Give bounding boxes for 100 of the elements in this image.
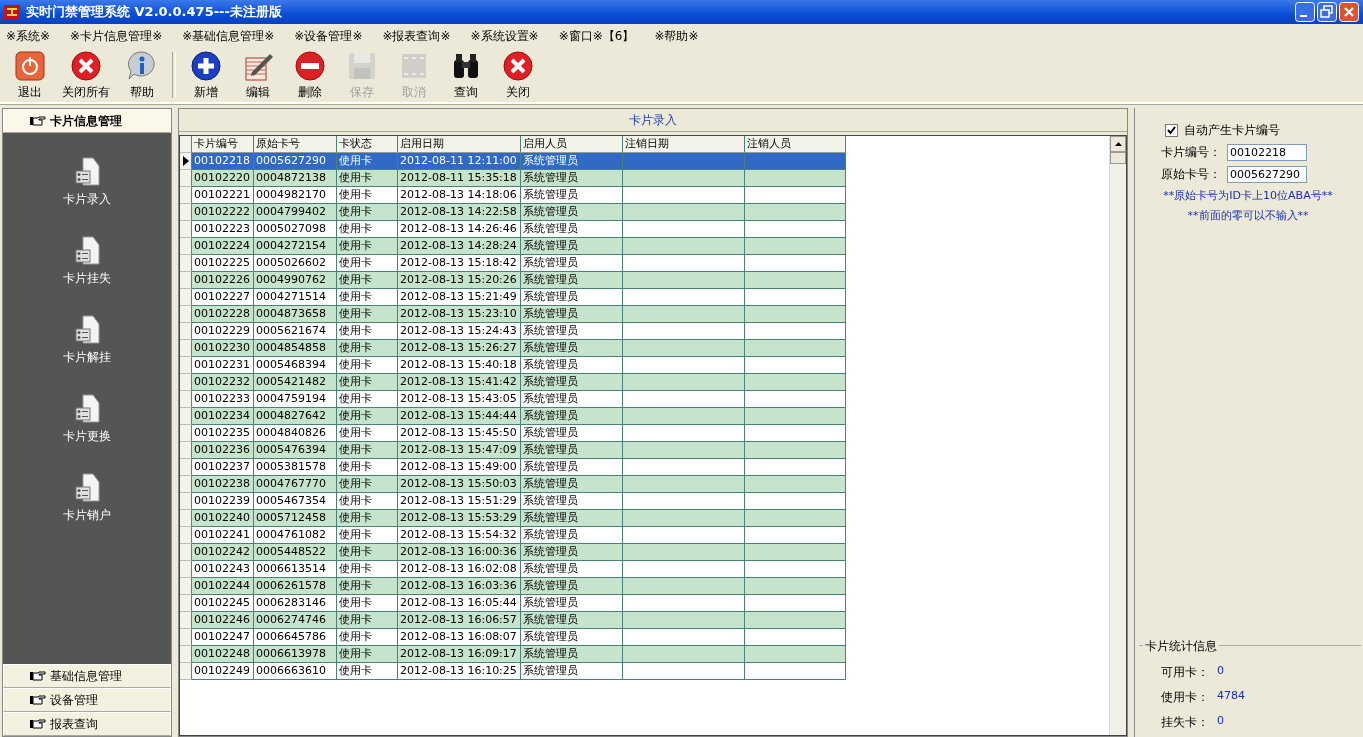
sidebar-group-header[interactable]: 基础信息管理 — [3, 664, 171, 688]
stat-label: 可用卡： — [1160, 664, 1209, 681]
sidebar-item[interactable]: 卡片录入 — [63, 157, 111, 208]
column-header[interactable]: 卡状态 — [337, 136, 398, 153]
table-cell: 2012-08-13 14:22:58 — [398, 204, 521, 221]
auto-number-checkbox[interactable]: 自动产生卡片编号 — [1141, 122, 1355, 139]
row-header-cell[interactable] — [180, 357, 192, 374]
row-header-cell[interactable] — [180, 561, 192, 578]
row-header-cell[interactable] — [180, 187, 192, 204]
toolbar-button[interactable]: 退出 — [4, 47, 56, 103]
toolbar-button[interactable]: 帮助 — [116, 47, 168, 103]
row-header-cell[interactable] — [180, 527, 192, 544]
row-header-cell[interactable] — [180, 306, 192, 323]
row-header-cell[interactable] — [180, 374, 192, 391]
row-header-cell[interactable] — [180, 289, 192, 306]
row-header-cell[interactable] — [180, 204, 192, 221]
row-header-cell[interactable] — [180, 340, 192, 357]
toolbar-button[interactable]: 删除 — [284, 47, 336, 103]
sidebar-item[interactable]: 卡片更换 — [63, 394, 111, 445]
row-header-cell[interactable] — [180, 510, 192, 527]
table-row[interactable]: 00102236 0005476394 使用卡 2012-08-13 15:47:09 系统管理员 — [180, 442, 1109, 459]
table-cell: 0006261578 — [254, 578, 337, 595]
table-row[interactable]: 00102240 0005712458 使用卡 2012-08-13 15:53:29 系统管理员 — [180, 510, 1109, 527]
column-header[interactable]: 注销日期 — [623, 136, 745, 153]
table-row[interactable]: 00102228 0004873658 使用卡 2012-08-13 15:23:10 系统管理员 — [180, 306, 1109, 323]
row-header-cell[interactable] — [180, 391, 192, 408]
row-header-cell[interactable] — [180, 323, 192, 340]
toolbar-button[interactable]: 关闭 — [492, 47, 544, 103]
row-header-cell[interactable] — [180, 442, 192, 459]
table-row[interactable]: 00102224 0004272154 使用卡 2012-08-13 14:28:24 系统管理员 — [180, 238, 1109, 255]
row-header-cell[interactable] — [180, 425, 192, 442]
table-row[interactable]: 00102226 0004990762 使用卡 2012-08-13 15:20:26 系统管理员 — [180, 272, 1109, 289]
scrollbar[interactable] — [1109, 136, 1126, 735]
menu-item[interactable]: ※基础信息管理※ — [182, 27, 275, 45]
table-row[interactable]: 00102244 0006261578 使用卡 2012-08-13 16:03:36 系统管理员 — [180, 578, 1109, 595]
menu-item[interactable]: ※设备管理※ — [294, 27, 363, 45]
input-field[interactable]: 00102218 — [1227, 144, 1307, 161]
table-cell: 使用卡 — [337, 408, 398, 425]
menu-item[interactable]: ※帮助※ — [654, 27, 699, 45]
power-icon — [14, 49, 46, 82]
toolbar-button[interactable]: 新增 — [180, 47, 232, 103]
table-row[interactable]: 00102218 0005627290 使用卡 2012-08-11 12:11:00 系统管理员 — [180, 153, 1109, 170]
sidebar-item[interactable]: 卡片挂失 — [63, 236, 111, 287]
sidebar-item[interactable]: 卡片解挂 — [63, 315, 111, 366]
row-header-cell[interactable] — [180, 459, 192, 476]
menu-item[interactable]: ※系统设置※ — [470, 27, 539, 45]
row-header-cell[interactable] — [180, 663, 192, 680]
menu-item[interactable]: ※窗口※【6】 — [558, 27, 635, 45]
table-row[interactable]: 00102234 0004827642 使用卡 2012-08-13 15:44:44 系统管理员 — [180, 408, 1109, 425]
row-header-cell[interactable] — [180, 272, 192, 289]
row-header-cell[interactable] — [180, 476, 192, 493]
table-cell: 00102236 — [192, 442, 254, 459]
column-header[interactable]: 注销人员 — [745, 136, 846, 153]
toolbar-button[interactable]: 编辑 — [232, 47, 284, 103]
table-cell: 使用卡 — [337, 238, 398, 255]
sidebar-item[interactable]: 卡片销户 — [63, 473, 111, 524]
table-row[interactable]: 00102232 0005421482 使用卡 2012-08-13 15:41:42 系统管理员 — [180, 374, 1109, 391]
column-header[interactable]: 卡片编号 — [192, 136, 254, 153]
row-header-cell[interactable] — [180, 408, 192, 425]
table-cell: 0004873658 — [254, 306, 337, 323]
menu-item[interactable]: ※系统※ — [6, 27, 51, 45]
table-row[interactable]: 00102242 0005448522 使用卡 2012-08-13 16:00:36 系统管理员 — [180, 544, 1109, 561]
row-header-cell[interactable] — [180, 153, 192, 170]
row-header-cell[interactable] — [180, 170, 192, 187]
row-header-cell[interactable] — [180, 544, 192, 561]
table-row[interactable]: 00102246 0006274746 使用卡 2012-08-13 16:06:57 系统管理员 — [180, 612, 1109, 629]
restore-button[interactable] — [1317, 2, 1337, 22]
table-cell: 00102220 — [192, 170, 254, 187]
input-field[interactable]: 0005627290 — [1227, 166, 1307, 183]
sidebar-group-header[interactable]: 报表查询 — [3, 712, 171, 736]
stat-label: 使用卡： — [1160, 689, 1209, 706]
table-cell: 系统管理员 — [521, 340, 623, 357]
table-row[interactable]: 00102249 0006663610 使用卡 2012-08-13 16:10:25 系统管理员 — [180, 663, 1109, 680]
menu-item[interactable]: ※卡片信息管理※ — [70, 27, 163, 45]
minimize-button[interactable] — [1295, 2, 1315, 22]
table-row[interactable]: 00102238 0004767770 使用卡 2012-08-13 15:50:03 系统管理员 — [180, 476, 1109, 493]
row-header-cell[interactable] — [180, 595, 192, 612]
toolbar-button[interactable]: 关闭所有 — [56, 47, 116, 103]
table-row[interactable]: 00102222 0004799402 使用卡 2012-08-13 14:22:58 系统管理员 — [180, 204, 1109, 221]
column-header[interactable]: 启用日期 — [398, 136, 521, 153]
row-header-cell[interactable] — [180, 493, 192, 510]
column-header[interactable]: 原始卡号 — [254, 136, 337, 153]
row-header-cell[interactable] — [180, 612, 192, 629]
scrollbar-thumb[interactable] — [1110, 152, 1126, 164]
sidebar-group-header[interactable]: 卡片信息管理 — [3, 109, 171, 133]
table-row[interactable]: 00102248 0006613978 使用卡 2012-08-13 16:09:17 系统管理员 — [180, 646, 1109, 663]
toolbar-button[interactable]: 查询 — [440, 47, 492, 103]
row-header-cell[interactable] — [180, 221, 192, 238]
row-header-cell[interactable] — [180, 629, 192, 646]
close-button[interactable] — [1339, 2, 1359, 22]
row-header-cell[interactable] — [180, 578, 192, 595]
row-header-cell[interactable] — [180, 255, 192, 272]
menu-item[interactable]: ※报表查询※ — [382, 27, 451, 45]
row-header-cell[interactable] — [180, 646, 192, 663]
column-header[interactable]: 启用人员 — [521, 136, 623, 153]
table-row[interactable]: 00102220 0004872138 使用卡 2012-08-11 15:35:18 系统管理员 — [180, 170, 1109, 187]
table-row[interactable]: 00102230 0004854858 使用卡 2012-08-13 15:26:27 系统管理员 — [180, 340, 1109, 357]
row-header-cell[interactable] — [180, 238, 192, 255]
table-cell: 系统管理员 — [521, 612, 623, 629]
sidebar-group-header[interactable]: 设备管理 — [3, 688, 171, 712]
